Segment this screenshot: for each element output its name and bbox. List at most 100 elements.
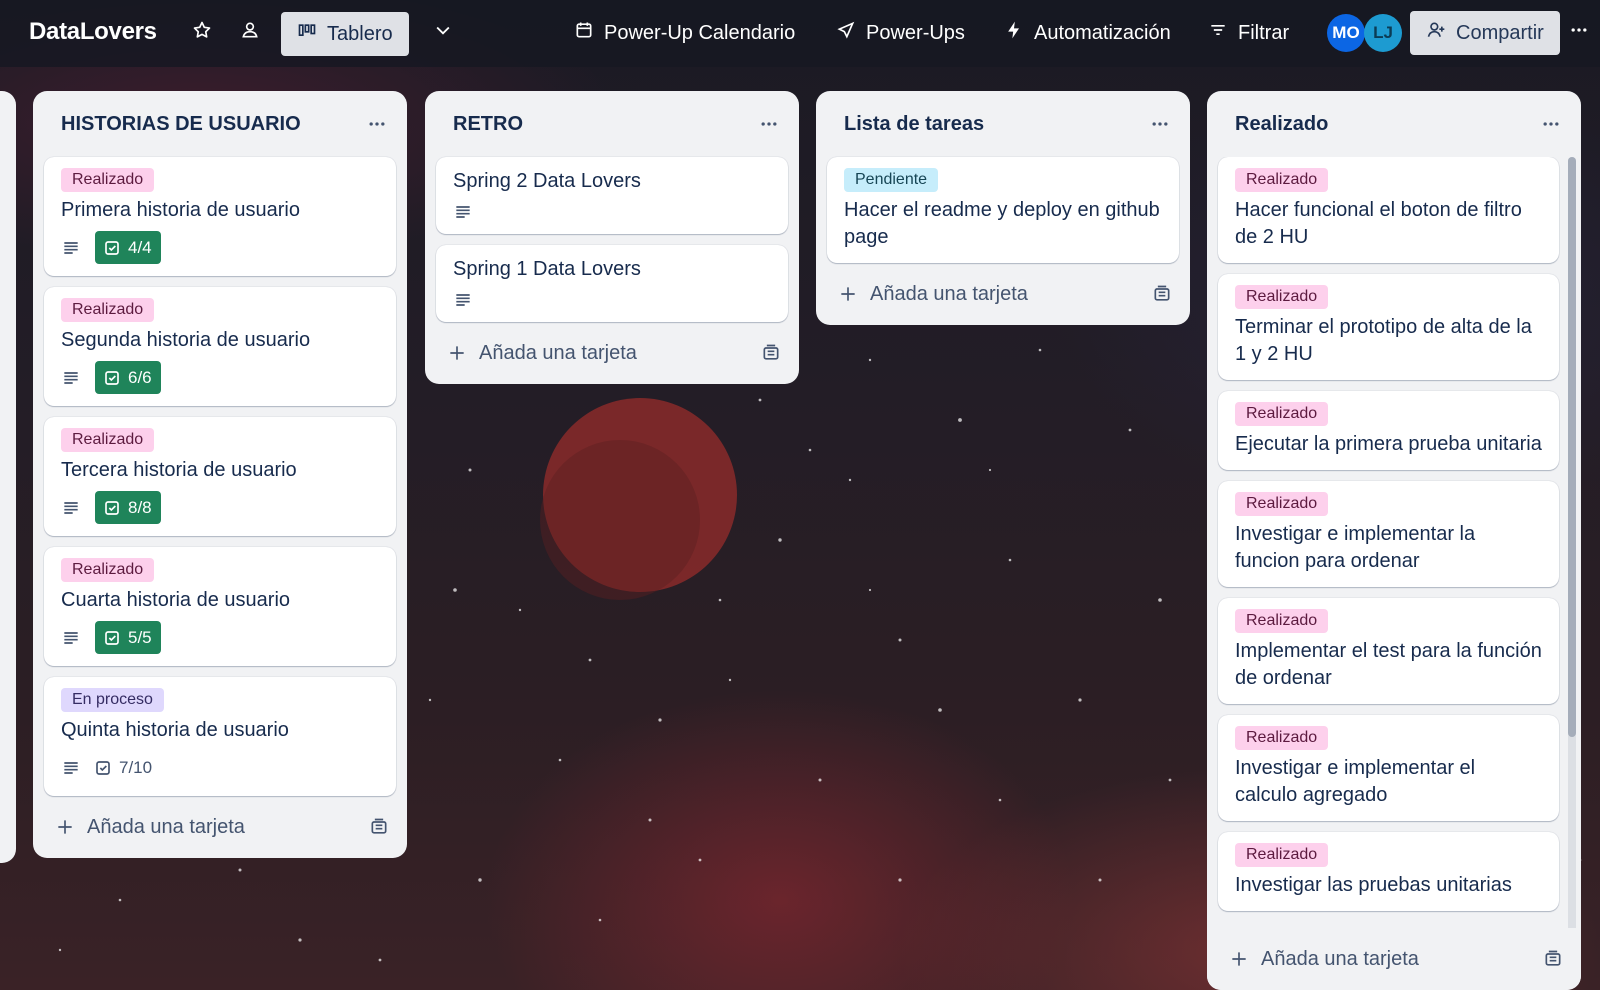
list-partial [0,91,16,863]
share-button[interactable]: Compartir [1410,11,1560,55]
description-icon [453,202,473,222]
template-icon[interactable] [369,817,389,837]
card[interactable]: Realizado Hacer funcional el boton de fi… [1218,157,1559,263]
plus-icon [450,346,464,360]
description-icon [61,758,81,778]
add-card-button[interactable]: Añada una tarjeta [816,263,1190,325]
add-card-label: Añada una tarjeta [1261,947,1419,970]
list-header[interactable]: RETRO [425,91,799,157]
list-menu-button[interactable] [1144,108,1176,140]
add-user-icon [1426,20,1446,46]
list-menu-button[interactable] [1535,108,1567,140]
more-icon [369,122,385,126]
filter-button[interactable]: Filtrar [1200,11,1297,55]
share-label: Compartir [1456,21,1544,44]
list-header[interactable]: HISTORIAS DE USUARIO [33,91,407,157]
add-card-label: Añada una tarjeta [479,341,637,364]
view-switcher-button[interactable]: Tablero [281,12,409,56]
filter-label: Filtrar [1238,21,1290,44]
card-label: En proceso [61,688,164,712]
list-title[interactable]: HISTORIAS DE USUARIO [61,113,301,136]
list-title[interactable]: RETRO [453,113,523,136]
powerups-button[interactable]: Power-Ups [828,11,973,55]
card-title: Hacer funcional el boton de filtro de 2 … [1235,199,1522,248]
board-menu-button[interactable] [1561,11,1597,55]
card[interactable]: Realizado Investigar e implementar el ca… [1218,715,1559,821]
list-retro: RETRO Spring 2 Data Lovers Spring 1 Data… [425,91,799,384]
avatar[interactable]: MO [1327,14,1365,52]
checklist-badge: 6/6 [95,361,161,394]
card[interactable]: Pendiente Hacer el readme y deploy en gi… [827,157,1179,263]
plus-icon [58,820,72,834]
description-icon [61,368,81,388]
card-label: Realizado [1235,492,1329,516]
checklist-icon [105,500,119,515]
list-header[interactable]: Realizado [1207,91,1581,157]
description-icon [61,628,81,648]
template-icon[interactable] [761,343,781,363]
card[interactable]: Realizado Implementar el test para la fu… [1218,598,1559,704]
card[interactable]: Spring 1 Data Lovers [436,245,788,322]
calendar-powerup-button[interactable]: Power-Up Calendario [566,11,803,55]
card-title: Primera historia de usuario [61,199,300,221]
card[interactable]: Realizado Investigar las pruebas unitari… [1218,832,1559,911]
list-menu-button[interactable] [753,108,785,140]
card-label: Pendiente [844,168,939,192]
checklist-count: 7/10 [119,757,153,777]
description-icon [61,238,81,258]
card-title: Investigar e implementar la funcion para… [1235,523,1476,572]
card[interactable]: Realizado Cuarta historia de usuario 5/5 [44,547,396,666]
list-menu-button[interactable] [361,108,393,140]
card-title: Implementar el test para la función de o… [1235,640,1542,689]
card-title: Terminar el prototipo de alta de la 1 y … [1235,316,1532,365]
card-title: Spring 2 Data Lovers [453,170,641,192]
card[interactable]: Realizado Tercera historia de usuario 8/… [44,417,396,536]
filter-icon [1208,20,1228,46]
more-icon [1543,122,1559,126]
template-icon[interactable] [1152,284,1172,304]
card-label: Realizado [1235,402,1329,426]
add-card-button[interactable]: Añada una tarjeta [33,796,407,858]
checklist-icon [105,370,119,385]
card-label: Realizado [61,428,155,452]
visibility-button[interactable] [232,11,268,55]
more-icon [1569,20,1589,46]
checklist-count: 8/8 [128,497,152,517]
checklist-count: 6/6 [128,367,152,387]
view-label: Tablero [327,22,393,45]
list-header[interactable]: Lista de tareas [816,91,1190,157]
scrollbar-thumb[interactable] [1568,157,1576,737]
card[interactable]: Spring 2 Data Lovers [436,157,788,234]
list-tareas: Lista de tareas Pendiente Hacer el readm… [816,91,1190,325]
rocket-icon [836,20,856,46]
list-realizado: Realizado Realizado Hacer funcional el b… [1207,91,1581,990]
add-card-label: Añada una tarjeta [870,282,1028,305]
add-card-button[interactable]: Añada una tarjeta [1207,928,1581,990]
card[interactable]: Realizado Ejecutar la primera prueba uni… [1218,391,1559,470]
add-card-button[interactable]: Añada una tarjeta [425,322,799,384]
template-icon[interactable] [1543,949,1563,969]
list-title[interactable]: Realizado [1235,113,1328,136]
card[interactable]: Realizado Primera historia de usuario 4/… [44,157,396,276]
card[interactable]: Realizado Terminar el prototipo de alta … [1218,274,1559,380]
people-icon [240,20,260,46]
checklist-count: 5/5 [128,627,152,647]
card-label: Realizado [1235,168,1329,192]
card-title: Investigar e implementar el calculo agre… [1235,757,1476,806]
star-button[interactable] [184,11,220,55]
board-header: DataLovers Tablero Power-Up Calendario P… [0,0,1600,67]
card-title: Hacer el readme y deploy en github page [844,199,1160,248]
automation-button[interactable]: Automatización [996,11,1179,55]
card[interactable]: Realizado Segunda historia de usuario 6/… [44,287,396,406]
board-title[interactable]: DataLovers [29,18,157,46]
avatar[interactable]: LJ [1364,14,1402,52]
card-label: Realizado [61,558,155,582]
list-title[interactable]: Lista de tareas [844,113,984,136]
checklist-badge: 4/4 [95,231,161,264]
card[interactable]: En proceso Quinta historia de usuario 7/… [44,677,396,796]
view-dropdown-button[interactable] [425,11,461,55]
checklist-icon [105,630,119,645]
description-icon [61,498,81,518]
card-title: Spring 1 Data Lovers [453,258,641,280]
card[interactable]: Realizado Investigar e implementar la fu… [1218,481,1559,587]
